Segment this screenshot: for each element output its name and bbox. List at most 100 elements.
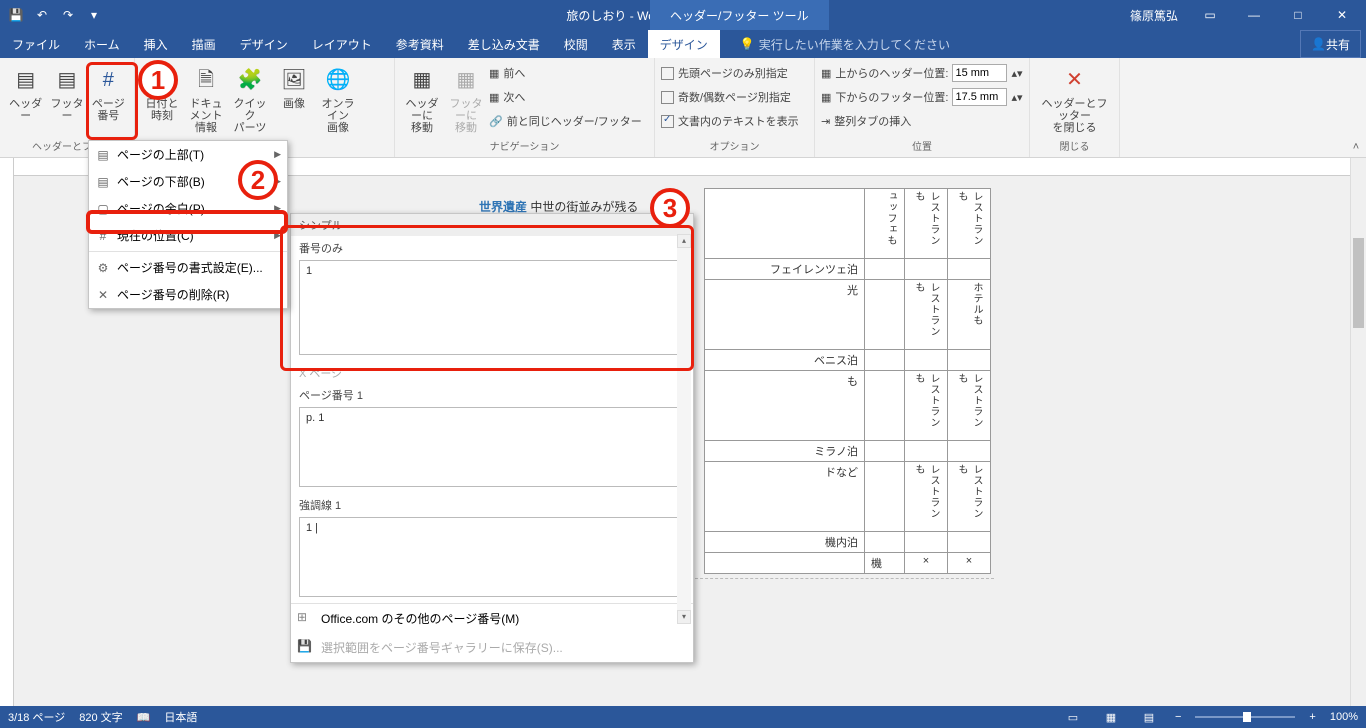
tab-file[interactable]: ファイル (0, 30, 72, 58)
gallery-scrollbar[interactable]: ▴▾ (677, 234, 691, 624)
tell-me[interactable]: 💡 実行したい作業を入力してください (740, 36, 950, 53)
header-top-icon: ▦ (821, 67, 831, 80)
gallery-save-selection: 💾選択範囲をページ番号ギャラリーに保存(S)... (291, 633, 693, 662)
proofing-icon[interactable]: 📖 (137, 711, 151, 724)
current-pos-icon: # (95, 229, 111, 243)
gallery-label-num-only: 番号のみ (291, 236, 693, 258)
spinner-icon[interactable]: ▴▾ (1011, 67, 1022, 80)
goto-header-button[interactable]: ▦ヘッダーに 移動 (401, 62, 443, 136)
zoom-in-icon[interactable]: + (1309, 711, 1315, 723)
footer-bottom-input[interactable] (952, 88, 1007, 106)
group-label-close: 閉じる (1036, 136, 1113, 153)
view-read-icon[interactable]: ▭ (1061, 711, 1085, 724)
align-tab-button[interactable]: ⇥整列タブの挿入 (821, 110, 1023, 132)
menu-remove-numbers[interactable]: ✕ページ番号の削除(R) (89, 281, 287, 308)
undo-icon[interactable]: ↶ (30, 3, 54, 27)
status-lang[interactable]: 日本語 (164, 709, 197, 725)
title-bar: 💾 ↶ ↷ ▾ 旅のしおり - Word ヘッダー/フッター ツール 篠原篤弘 … (0, 0, 1366, 30)
link-icon: 🔗 (489, 115, 503, 128)
tab-insert[interactable]: 挿入 (132, 30, 180, 58)
menu-current-position[interactable]: #現在の位置(C)▶ (89, 222, 287, 249)
itinerary-table: ュッフェもレストランもレストランも フェイレンツェ泊 光レストランもホテルも ベ… (704, 188, 991, 574)
status-page[interactable]: 3/18 ページ (8, 709, 65, 725)
ribbon-options-icon[interactable]: ▭ (1190, 0, 1230, 30)
goto-footer-icon: ▦ (450, 64, 482, 96)
gallery-item-page-1[interactable]: p. 1 (299, 407, 685, 487)
vertical-scrollbar[interactable] (1350, 158, 1366, 706)
group-label-position: 位置 (821, 136, 1023, 153)
share-icon: 👤 (1311, 37, 1326, 51)
next-section-button[interactable]: ▦次へ (489, 86, 642, 108)
header-button[interactable]: ▤ヘッダー (6, 62, 45, 124)
view-web-icon[interactable]: ▤ (1137, 711, 1161, 724)
tab-layout[interactable]: レイアウト (300, 30, 384, 58)
tab-home[interactable]: ホーム (72, 30, 132, 58)
minimize-icon[interactable]: — (1234, 0, 1274, 30)
quick-access-toolbar: 💾 ↶ ↷ ▾ (0, 3, 110, 27)
page-bottom-icon: ▤ (95, 175, 111, 189)
quick-parts-button[interactable]: 🧩クイック パーツ (229, 62, 271, 136)
ribbon-tabs: ファイル ホーム 挿入 描画 デザイン レイアウト 参考資料 差し込み文書 校閲… (0, 30, 1366, 58)
save-icon[interactable]: 💾 (4, 3, 28, 27)
page-number-button[interactable]: #ページ 番号 (89, 62, 128, 124)
close-hf-icon: ✕ (1059, 64, 1091, 96)
office-icon: ⊞ (297, 610, 307, 624)
status-bar: 3/18 ページ 820 文字 📖 日本語 ▭ ▦ ▤ − + 100% (0, 706, 1366, 728)
save-gallery-icon: 💾 (297, 639, 312, 653)
gallery-header-simple: シンプル (291, 214, 693, 236)
opt-show-text[interactable]: 文書内のテキストを表示 (661, 110, 799, 132)
link-previous-button[interactable]: 🔗前と同じヘッダー/フッター (489, 110, 642, 132)
vertical-ruler (0, 158, 14, 706)
tab-draw[interactable]: 描画 (180, 30, 228, 58)
gallery-more-office[interactable]: ⊞Office.com のその他のページ番号(M)▶ (291, 604, 693, 633)
user-name[interactable]: 篠原篤弘 (1122, 7, 1186, 24)
page-number-icon: # (92, 64, 124, 96)
collapse-ribbon-icon[interactable]: ˄ (1346, 58, 1366, 157)
opt-diff-first[interactable]: 先頭ページのみ別指定 (661, 62, 799, 84)
online-pictures-button[interactable]: 🌐オンライン 画像 (317, 62, 359, 136)
spinner-icon[interactable]: ▴▾ (1011, 91, 1022, 104)
tab-view[interactable]: 表示 (600, 30, 648, 58)
format-icon: ⚙ (95, 261, 111, 275)
tab-hf-design[interactable]: デザイン (648, 30, 720, 58)
footer-button[interactable]: ▤フッター (47, 62, 86, 124)
bulb-icon: 💡 (740, 37, 755, 51)
tab-review[interactable]: 校閲 (552, 30, 600, 58)
goto-header-icon: ▦ (406, 64, 438, 96)
quickparts-icon: 🧩 (234, 64, 266, 96)
redo-icon[interactable]: ↷ (56, 3, 80, 27)
gallery-label-x-page: X ページ (291, 361, 693, 383)
zoom-slider[interactable] (1195, 716, 1295, 718)
next-icon: ▦ (489, 91, 499, 104)
pictures-button[interactable]: 🖼画像 (273, 62, 315, 112)
zoom-level[interactable]: 100% (1330, 711, 1358, 723)
qat-more-icon[interactable]: ▾ (82, 3, 106, 27)
goto-footer-button[interactable]: ▦フッターに 移動 (445, 62, 487, 136)
align-tab-icon: ⇥ (821, 115, 830, 128)
callout-2-badge: 2 (238, 160, 278, 200)
gallery-item-num-only[interactable]: 1 (299, 260, 685, 355)
doc-info-button[interactable]: 🗎ドキュメント 情報 (185, 62, 227, 136)
gallery-item-emphasis-1[interactable]: 1 | (299, 517, 685, 597)
docinfo-icon: 🗎 (190, 64, 222, 96)
footer-icon: ▤ (51, 64, 83, 96)
view-print-icon[interactable]: ▦ (1099, 711, 1123, 724)
tab-references[interactable]: 参考資料 (384, 30, 456, 58)
close-hf-button[interactable]: ✕ヘッダーとフッター を閉じる (1036, 62, 1113, 136)
prev-section-button[interactable]: ▦前へ (489, 62, 642, 84)
menu-format-numbers[interactable]: ⚙ページ番号の書式設定(E)... (89, 254, 287, 281)
tab-mailings[interactable]: 差し込み文書 (456, 30, 552, 58)
opt-diff-odd-even[interactable]: 奇数/偶数ページ別指定 (661, 86, 799, 108)
page-margin-icon: ▢ (95, 202, 111, 216)
header-icon: ▤ (10, 64, 42, 96)
maximize-icon[interactable]: □ (1278, 0, 1318, 30)
share-button[interactable]: 👤 共有 (1300, 30, 1361, 58)
header-top-input[interactable] (952, 64, 1007, 82)
gallery-label-emphasis-1: 強調線 1 (291, 493, 693, 515)
close-icon[interactable]: ✕ (1322, 0, 1362, 30)
footer-bottom-icon: ▦ (821, 91, 831, 104)
group-label-nav: ナビゲーション (401, 136, 648, 153)
status-words[interactable]: 820 文字 (79, 709, 122, 725)
tab-design[interactable]: デザイン (228, 30, 300, 58)
zoom-out-icon[interactable]: − (1175, 711, 1181, 723)
